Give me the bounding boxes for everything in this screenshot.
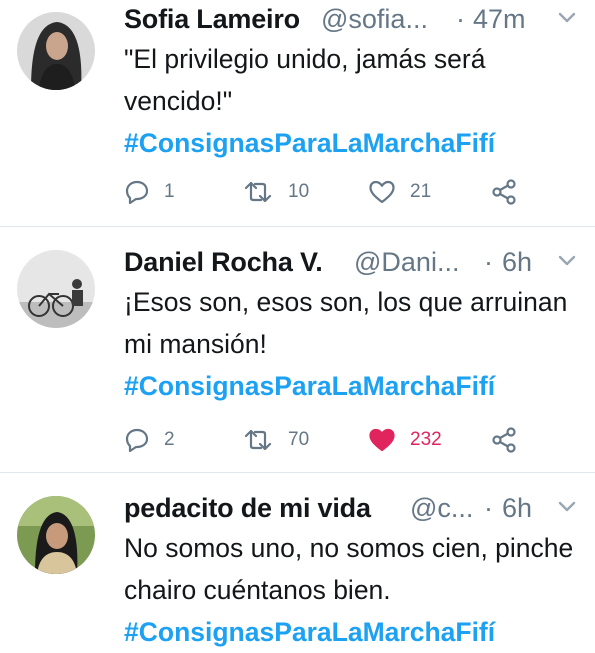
share-button[interactable]	[490, 423, 518, 457]
like-button[interactable]: 21	[368, 175, 431, 209]
display-name[interactable]: Sofia Lameiro	[124, 4, 300, 35]
display-name[interactable]: Daniel Rocha V.	[124, 247, 323, 278]
tweet-3[interactable]: pedacito de mi vida @c... · 6h No somos …	[0, 473, 595, 648]
user-handle[interactable]: @c...	[410, 493, 473, 524]
retweet-count: 70	[288, 429, 310, 450]
tweet-text: ¡Esos son, esos son, los que arruinan mi…	[124, 287, 568, 359]
timestamp[interactable]: 6h	[502, 493, 532, 524]
tweet-text: No somos uno, no somos cien, pinche chai…	[124, 533, 574, 605]
timestamp[interactable]: 47m	[473, 4, 526, 35]
reply-icon	[125, 180, 149, 205]
chevron-down-icon[interactable]	[557, 499, 577, 515]
chevron-down-icon[interactable]	[557, 10, 577, 26]
reply-count: 1	[164, 181, 175, 202]
tweet-1[interactable]: Sofia Lameiro @sofia... · 47m "El privil…	[0, 0, 595, 226]
like-count: 232	[410, 429, 442, 450]
tweet-2[interactable]: Daniel Rocha V. @Dani... · 6h ¡Esos son,…	[0, 227, 595, 472]
hashtag-link[interactable]: #ConsignasParaLaMarchaFifí	[124, 122, 584, 164]
heart-icon	[369, 428, 395, 452]
avatar[interactable]	[17, 496, 95, 574]
retweet-count: 10	[288, 181, 310, 202]
chevron-down-icon[interactable]	[557, 253, 577, 269]
display-name[interactable]: pedacito de mi vida	[124, 493, 371, 524]
avatar[interactable]	[17, 12, 95, 90]
retweet-icon	[244, 181, 272, 203]
reply-icon	[125, 428, 149, 453]
avatar[interactable]	[17, 250, 95, 328]
share-button[interactable]	[490, 175, 518, 209]
like-count: 21	[410, 181, 432, 202]
separator: ·	[456, 4, 465, 34]
separator: ·	[484, 247, 493, 277]
hashtag-link[interactable]: #ConsignasParaLaMarchaFifí	[124, 611, 584, 653]
share-icon	[492, 179, 516, 205]
retweet-icon	[244, 429, 272, 451]
user-handle[interactable]: @sofia...	[321, 4, 428, 35]
reply-button[interactable]: 1	[124, 175, 175, 209]
heart-icon	[369, 180, 395, 204]
separator: ·	[484, 493, 493, 523]
hashtag-link[interactable]: #ConsignasParaLaMarchaFifí	[124, 365, 584, 407]
retweet-button[interactable]: 10	[242, 175, 309, 209]
share-icon	[492, 427, 516, 453]
user-handle[interactable]: @Dani...	[354, 247, 459, 278]
timestamp[interactable]: 6h	[502, 247, 532, 278]
reply-count: 2	[164, 429, 175, 450]
tweet-text: "El privilegio unido, jamás será vencido…	[124, 44, 486, 116]
retweet-button[interactable]: 70	[242, 423, 309, 457]
reply-button[interactable]: 2	[124, 423, 175, 457]
like-button[interactable]: 232	[368, 423, 442, 457]
